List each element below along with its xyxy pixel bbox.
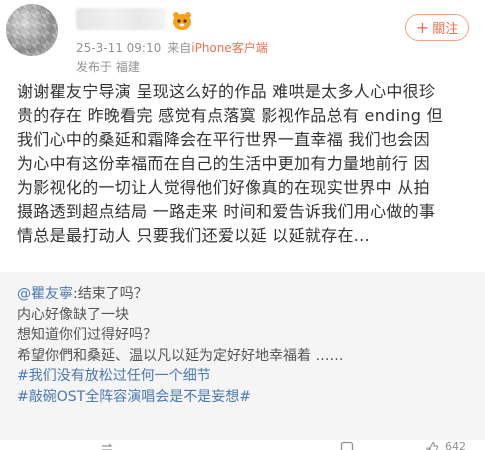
post-body-line: 我们心中的桑延和霜降会在平行世界一直幸福 我们也会因 <box>17 130 430 149</box>
repost-icon[interactable] <box>100 441 114 450</box>
hashtag-link[interactable]: #敲碗OST全阵容演唱会是不是妄想# <box>17 387 468 408</box>
plus-icon: + <box>415 17 430 37</box>
follow-label: 關注 <box>432 22 459 37</box>
post-source-prefix: 来自 <box>167 41 192 55</box>
post-body-line: 情总是最打动人 只要我们还爱以延 以延就存在... <box>17 226 370 245</box>
post-body-line: 贵的存在 昨晚看完 感觉有点落寞 影视作品总有 ending 但 <box>17 106 443 125</box>
post-meta: 25-3-11 09:10 来自iPhone客户端 <box>76 39 268 56</box>
post-body-line: 为影视化的一切让人觉得他们好像真的在现实世界中 从拍 <box>17 178 430 197</box>
post-body: 谢谢瞿友宁导演 呈现这么好的作品 难哄是太多人心中很珍 贵的存在 昨晚看完 感觉… <box>17 80 473 248</box>
like-icon[interactable] <box>425 441 439 450</box>
avatar[interactable] <box>6 4 58 56</box>
action-bar: 642 <box>0 440 485 450</box>
post-source[interactable]: iPhone客户端 <box>191 41 268 55</box>
post-location: 发布于 福建 <box>76 60 140 74</box>
repost-line: 想知道你们过得好吗？ <box>17 327 157 343</box>
repost-line: 希望你們和桑延、温以凡以延为定好好地幸福着 …… <box>17 347 344 364</box>
post-body-line: 谢谢瞿友宁导演 呈现这么好的作品 难哄是太多人心中很珍 <box>17 82 436 101</box>
post-body-line: 摄路透到超点结局 一路走来 时间和爱告诉我们用心做的事 <box>17 202 436 221</box>
repost-first-line: @瞿友寧:结束了吗？ <box>17 284 468 305</box>
username-blurred[interactable] <box>76 8 166 30</box>
repost-first-text: :结束了吗？ <box>73 286 148 302</box>
hashtag-link[interactable]: #我们没有放松过任何一个细节 <box>17 366 468 387</box>
reposted-content[interactable]: @瞿友寧:结束了吗？ 内心好像缺了一块 想知道你们过得好吗？ 希望你們和桑延、温… <box>0 272 485 440</box>
follow-button[interactable]: + 關注 <box>405 14 469 41</box>
member-icon <box>173 12 191 30</box>
repost-line: 内心好像缺了一块 <box>17 306 129 323</box>
comment-icon[interactable] <box>340 441 354 450</box>
post-body-line: 为心中有这份幸福而在自己的生活中更加有力量地前行 因 <box>17 154 430 173</box>
like-count: 642 <box>445 440 466 450</box>
post-time: 25-3-11 09:10 <box>76 41 162 55</box>
repost-mention[interactable]: @瞿友寧 <box>17 286 73 302</box>
